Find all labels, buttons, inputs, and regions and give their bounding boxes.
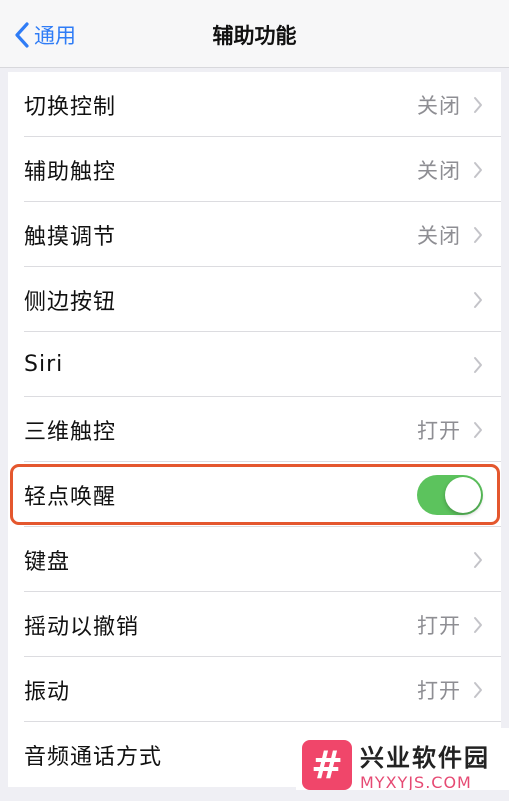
row-3d-touch[interactable]: 三维触控 打开 xyxy=(8,397,501,462)
bottom-strip xyxy=(0,790,509,801)
tap-to-wake-toggle[interactable] xyxy=(417,474,483,515)
chevron-right-icon xyxy=(474,161,482,178)
navigation-bar: 通用 辅助功能 xyxy=(0,0,509,68)
chevron-right-icon xyxy=(474,226,482,243)
row-label: 三维触控 xyxy=(24,419,117,445)
watermark-logo-icon: # xyxy=(302,739,352,790)
row-keyboard[interactable]: 键盘 xyxy=(8,527,501,592)
row-label: 振动 xyxy=(24,679,71,705)
page-title: 辅助功能 xyxy=(212,24,297,48)
row-assistive-touch[interactable]: 辅助触控 关闭 xyxy=(8,137,501,202)
row-siri[interactable]: Siri xyxy=(8,332,501,397)
row-switch-control[interactable]: 切换控制 关闭 xyxy=(8,72,501,137)
chevron-right-icon xyxy=(474,421,482,438)
toggle-knob xyxy=(445,476,481,513)
row-value: 关闭 xyxy=(417,158,461,183)
row-label: 摇动以撤销 xyxy=(24,614,140,640)
chevron-right-icon xyxy=(474,551,482,568)
chevron-right-icon xyxy=(474,681,482,698)
row-touch-accommodations[interactable]: 触摸调节 关闭 xyxy=(8,202,501,267)
row-label: 轻点唤醒 xyxy=(24,484,117,510)
row-label: 辅助触控 xyxy=(24,159,117,185)
row-vibration[interactable]: 振动 打开 xyxy=(8,657,501,722)
chevron-right-icon xyxy=(474,291,482,308)
row-label: 触摸调节 xyxy=(24,224,117,250)
chevron-right-icon xyxy=(474,356,482,373)
row-value: 关闭 xyxy=(417,223,461,248)
row-label: 键盘 xyxy=(24,549,71,575)
row-tap-to-wake: 轻点唤醒 xyxy=(8,462,501,527)
row-shake-to-undo[interactable]: 摇动以撤销 打开 xyxy=(8,592,501,657)
watermark-text: 兴业软件园 MYXYJS.COM xyxy=(360,738,490,792)
settings-list: 切换控制 关闭 辅助触控 关闭 触摸调节 关闭 侧边按钮 Siri 三维触控 打… xyxy=(8,72,501,787)
row-label: 切换控制 xyxy=(24,94,117,120)
row-label: 侧边按钮 xyxy=(24,289,117,315)
chevron-right-icon xyxy=(474,96,482,113)
row-label: Siri xyxy=(24,352,64,377)
row-value: 打开 xyxy=(417,613,461,638)
row-side-button[interactable]: 侧边按钮 xyxy=(8,267,501,332)
chevron-right-icon xyxy=(474,616,482,633)
watermark-name: 兴业软件园 xyxy=(360,743,490,772)
watermark-domain: MYXYJS.COM xyxy=(360,772,472,792)
row-value: 打开 xyxy=(417,418,461,443)
row-value: 关闭 xyxy=(417,93,461,118)
row-value: 打开 xyxy=(417,678,461,703)
